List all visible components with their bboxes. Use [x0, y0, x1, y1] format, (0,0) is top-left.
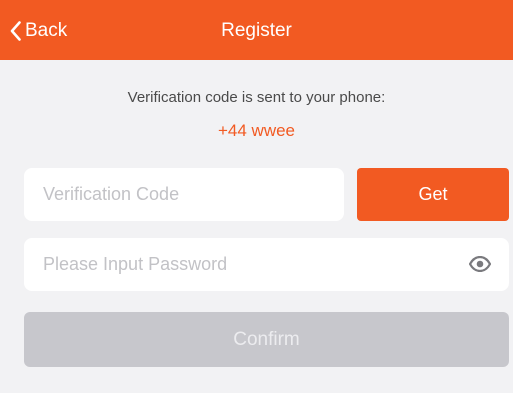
page-title: Register — [221, 20, 292, 41]
verification-code-input[interactable] — [24, 168, 344, 221]
get-code-button[interactable]: Get — [357, 168, 509, 221]
verification-message: Verification code is sent to your phone: — [127, 89, 386, 106]
password-field — [24, 238, 509, 291]
confirm-button[interactable]: Confirm — [24, 312, 509, 367]
verification-code-field — [24, 168, 344, 221]
eye-icon[interactable] — [468, 255, 492, 273]
nav-bar: Back Register — [0, 0, 513, 60]
phone-number: +44 wwee — [217, 121, 296, 140]
password-input[interactable] — [24, 238, 509, 291]
